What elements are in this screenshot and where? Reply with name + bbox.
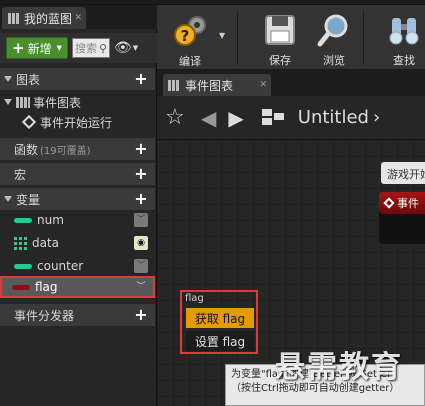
chevron-right-icon: › (372, 107, 381, 128)
eye-icon: 👁 (114, 40, 132, 56)
add-variable-button[interactable]: + (133, 191, 149, 207)
variable-item-counter[interactable]: counter ︶ (0, 255, 155, 277)
add-new-button[interactable]: + 新增 ▼ (6, 37, 68, 59)
add-function-button[interactable]: + (133, 141, 149, 157)
save-button[interactable]: 保存 (253, 8, 307, 68)
tree-item-label: 事件图表 (33, 95, 82, 110)
graph-icon (16, 96, 30, 108)
magnifier-icon (315, 11, 353, 48)
browse-label: 浏览 (323, 54, 345, 67)
view-options-button[interactable]: 👁 ▼ (114, 40, 138, 56)
expand-arrow-icon (4, 76, 12, 82)
variable-type-icon (14, 263, 32, 269)
variable-item-data[interactable]: data ◉ (0, 232, 155, 254)
breadcrumb-title[interactable]: Untitled (298, 107, 369, 128)
find-label: 查找 (393, 54, 415, 67)
section-macros[interactable]: 宏 + (0, 163, 155, 185)
graph-icon (168, 79, 180, 91)
tab-label: 事件图表 (185, 78, 234, 93)
event-begin-play-node[interactable]: 事件 (379, 192, 425, 244)
find-button[interactable]: 查找 (377, 8, 425, 68)
variable-item-flag[interactable]: flag ︶ (0, 276, 155, 298)
array-type-icon (14, 236, 27, 250)
chevron-down-icon: ▼ (56, 44, 62, 52)
toolbar-divider (363, 11, 364, 65)
functions-hint: (19可覆盖) (40, 145, 91, 157)
tree-item-label: 事件开始运行 (40, 115, 113, 130)
context-menu-title: flag (185, 293, 204, 304)
star-icon[interactable]: ☆ (165, 105, 189, 130)
browse-button[interactable]: 浏览 (307, 8, 361, 68)
search-input[interactable]: 搜索 ⚲ (72, 38, 110, 58)
variable-name: data (32, 236, 60, 250)
eye-open-icon[interactable]: ◉ (134, 236, 148, 250)
save-icon (261, 11, 299, 48)
add-macro-button[interactable]: + (133, 166, 149, 182)
add-graph-button[interactable]: + (133, 71, 149, 87)
search-placeholder: 搜索 (75, 42, 97, 55)
forward-arrow-icon[interactable]: ▶ (228, 106, 243, 130)
tab-event-graph[interactable]: 事件图表 ✕ (163, 74, 271, 96)
tab-my-blueprint[interactable]: 我的蓝图 ✕ (2, 7, 86, 29)
graph-tab-bar: 事件图表 ✕ (157, 70, 425, 96)
section-label: 函数 (14, 142, 39, 157)
eye-closed-icon[interactable]: ︶ (134, 280, 148, 294)
section-functions[interactable]: 函数 (19可覆盖) + (0, 138, 155, 160)
event-icon (383, 197, 395, 209)
eye-closed-icon[interactable]: ︶ (134, 259, 148, 273)
close-icon[interactable]: ✕ (259, 80, 267, 90)
variable-name: num (37, 213, 64, 227)
add-event-dispatcher-button[interactable]: + (133, 307, 149, 323)
section-label: 变量 (16, 192, 41, 207)
tree-item-event-graph[interactable]: 事件图表 (0, 91, 155, 113)
toolbar-divider (237, 11, 238, 65)
variable-item-num[interactable]: num ︶ (0, 209, 155, 231)
section-variables[interactable]: 变量 + (0, 188, 155, 210)
compile-button[interactable]: ? 编译 (163, 8, 217, 68)
panel-tab-bar: 我的蓝图 ✕ (0, 5, 157, 29)
blueprint-icon (8, 12, 19, 24)
plus-icon: + (12, 38, 25, 57)
svg-text:?: ? (181, 27, 190, 45)
variable-type-icon (14, 217, 32, 223)
event-node-title: 事件 (397, 197, 419, 210)
event-node-header: 事件 (379, 192, 425, 214)
back-arrow-icon[interactable]: ◀ (201, 106, 216, 130)
panel-toolbar: + 新增 ▼ 搜索 ⚲ 👁 ▼ (0, 33, 157, 63)
get-flag-menu-item[interactable]: 获取 flag (186, 308, 254, 328)
variable-name: flag (35, 280, 58, 294)
add-new-label: 新增 (27, 41, 52, 56)
variable-type-icon (12, 284, 30, 290)
section-graphs[interactable]: 图表 + (0, 68, 155, 90)
event-icon (21, 114, 37, 130)
node-tooltip: 游戏开始 (381, 162, 425, 184)
compile-options-chevron-icon[interactable]: ▼ (219, 31, 225, 40)
close-icon[interactable]: ✕ (74, 13, 82, 23)
blueprint-graph-icon (261, 108, 286, 127)
eye-closed-icon[interactable]: ︶ (134, 213, 148, 227)
tab-label: 我的蓝图 (24, 11, 73, 26)
compile-icon: ? (171, 11, 209, 49)
section-label: 图表 (16, 72, 41, 87)
expand-arrow-icon (4, 196, 12, 202)
breadcrumb: ☆ ◀ ▶ Untitled › (157, 96, 425, 140)
binoculars-icon (385, 11, 423, 48)
chevron-down-icon: ▼ (132, 44, 139, 52)
section-label: 事件分发器 (14, 308, 75, 323)
section-event-dispatchers[interactable]: 事件分发器 + (0, 304, 155, 326)
section-label: 宏 (14, 167, 27, 182)
compile-label: 编译 (179, 55, 201, 68)
set-flag-menu-item[interactable]: 设置 flag (186, 331, 254, 351)
expand-arrow-icon (4, 99, 12, 105)
variable-context-menu: flag 获取 flag 设置 flag (180, 290, 258, 354)
save-label: 保存 (269, 54, 291, 67)
watermark: 悬需教育 (275, 350, 403, 385)
my-blueprint-panel: 我的蓝图 ✕ + 新增 ▼ 搜索 ⚲ 👁 ▼ 图表 + 事件图表 事件开始运行 … (0, 5, 157, 406)
main-toolbar: ? 编译 ▼ 保存 浏览 查找 (157, 5, 425, 70)
search-icon: ⚲ (99, 41, 108, 55)
tree-item-event-begin-play[interactable]: 事件开始运行 (0, 111, 155, 133)
variable-name: counter (37, 259, 84, 273)
